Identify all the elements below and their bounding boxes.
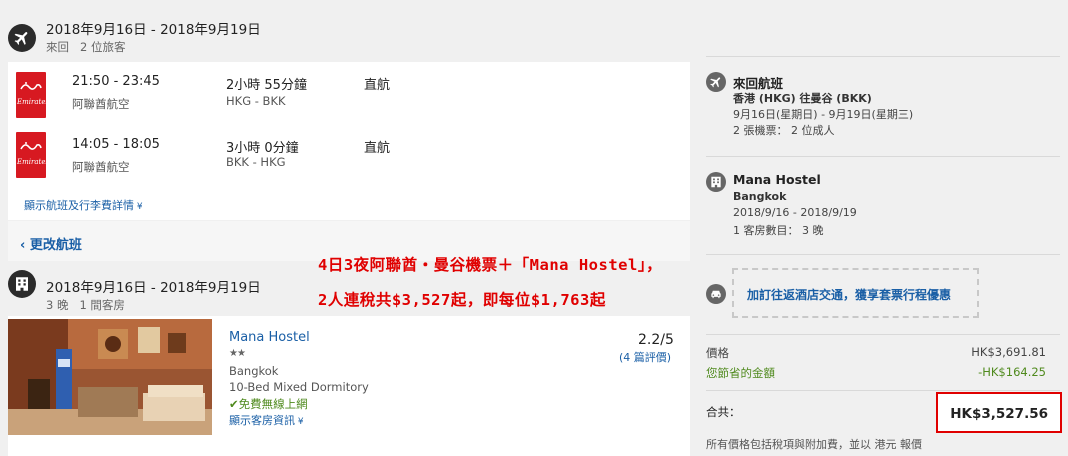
flight-trip-info: 來回 2 位旅客 — [46, 40, 126, 54]
checkmark-icon: ✔ — [229, 397, 239, 411]
summary-divider — [706, 254, 1060, 255]
promo-line-1: 4日3夜阿聯酋・曼谷機票＋「Mana Hostel」， — [318, 256, 663, 274]
segment-airline: 阿聯酋航空 — [72, 160, 130, 174]
hotel-building-icon — [8, 270, 36, 298]
summary-hotel-rooms: 1 客房數目： 3 晚 — [733, 224, 824, 237]
hotel-wifi: ✔免費無線上網 — [229, 397, 308, 411]
hotel-name-link[interactable]: Mana Hostel — [229, 330, 310, 345]
transfer-offer-box[interactable]: 加訂往返酒店交通，獲享套票行程優惠 — [732, 268, 979, 318]
total-price: HK$3,527.56 — [950, 406, 1048, 422]
summary-divider — [706, 156, 1060, 157]
hotel-reviews-link[interactable]: (4 篇評價) — [619, 349, 671, 365]
flight-card: Emirates 21:50 - 23:45 阿聯酋航空 2小時 55分鐘 HK… — [8, 62, 690, 220]
segment-time: 21:50 - 23:45 — [72, 74, 160, 89]
total-price-box: HK$3,527.56 — [936, 392, 1062, 433]
segment-duration: 2小時 55分鐘 — [226, 78, 307, 93]
hotel-room-type: 10-Bed Mixed Dormitory — [229, 380, 369, 394]
hotel-stay-info: 3 晚 1 間客房 — [46, 298, 125, 312]
summary-hotel-title: Mana Hostel — [733, 172, 821, 187]
hotel-building-icon — [706, 172, 726, 192]
flight-dates: 2018年9月16日 - 2018年9月19日 — [46, 22, 261, 38]
transfer-link[interactable]: 加訂往返酒店交通，獲享套票行程優惠 — [747, 286, 951, 303]
summary-divider — [706, 390, 1060, 391]
segment-time: 14:05 - 18:05 — [72, 137, 160, 152]
promo-line-2: 2人連稅共$3,527起，即每位$1,763起 — [318, 291, 606, 309]
summary-divider — [706, 56, 1060, 57]
airplane-icon — [8, 24, 36, 52]
segment-duration: 3小時 0分鐘 — [226, 141, 299, 156]
flight-details-link[interactable]: 顯示航班及行李費詳情 ¥ — [24, 197, 143, 213]
chevron-left-icon: ‹ — [20, 238, 30, 253]
car-icon — [706, 284, 726, 304]
total-label: 合共： — [706, 405, 741, 419]
emirates-logo: Emirates — [16, 132, 46, 178]
summary-hotel-dates: 2018/9/16 - 2018/9/19 — [733, 206, 857, 219]
segment-route: BKK - HKG — [226, 155, 286, 169]
change-flight-link[interactable]: ‹ 更改航班 — [20, 234, 82, 253]
star-icon: ★ — [229, 348, 238, 359]
saved-label: 您節省的金額 — [706, 366, 775, 380]
star-icon: ★ — [236, 348, 246, 359]
price-value: HK$3,691.81 — [971, 345, 1046, 359]
room-info-link[interactable]: 顯示客房資訊 ¥ — [229, 412, 304, 428]
segment-route: HKG - BKK — [226, 94, 286, 108]
saved-value: -HK$164.25 — [978, 365, 1046, 379]
hotel-rating: 2.2/5 — [638, 332, 674, 348]
segment-stops: 直航 — [364, 78, 391, 93]
summary-flight-dates: 9月16日(星期日) - 9月19日(星期三) — [733, 108, 914, 121]
summary-hotel-city: Bangkok — [733, 190, 787, 203]
summary-flight-tickets: 2 張機票： 2 位成人 — [733, 124, 835, 137]
hotel-dates: 2018年9月16日 - 2018年9月19日 — [46, 280, 261, 296]
price-footnote: 所有價格包括稅項與附加費，並以 港元 報價 — [706, 438, 922, 451]
chevron-down-icon: ¥ — [295, 417, 304, 427]
summary-flight-route: 香港 (HKG) 往曼谷 (BKK) — [733, 92, 872, 105]
airplane-icon — [706, 72, 726, 92]
hotel-photo[interactable] — [8, 319, 212, 435]
hotel-stars: ★★ — [229, 348, 246, 359]
summary-divider — [706, 334, 1060, 335]
hotel-city: Bangkok — [229, 364, 279, 378]
price-label: 價格 — [706, 346, 729, 360]
segment-airline: 阿聯酋航空 — [72, 97, 130, 111]
segment-stops: 直航 — [364, 141, 391, 156]
emirates-logo: Emirates — [16, 72, 46, 118]
chevron-down-icon: ¥ — [134, 202, 143, 212]
